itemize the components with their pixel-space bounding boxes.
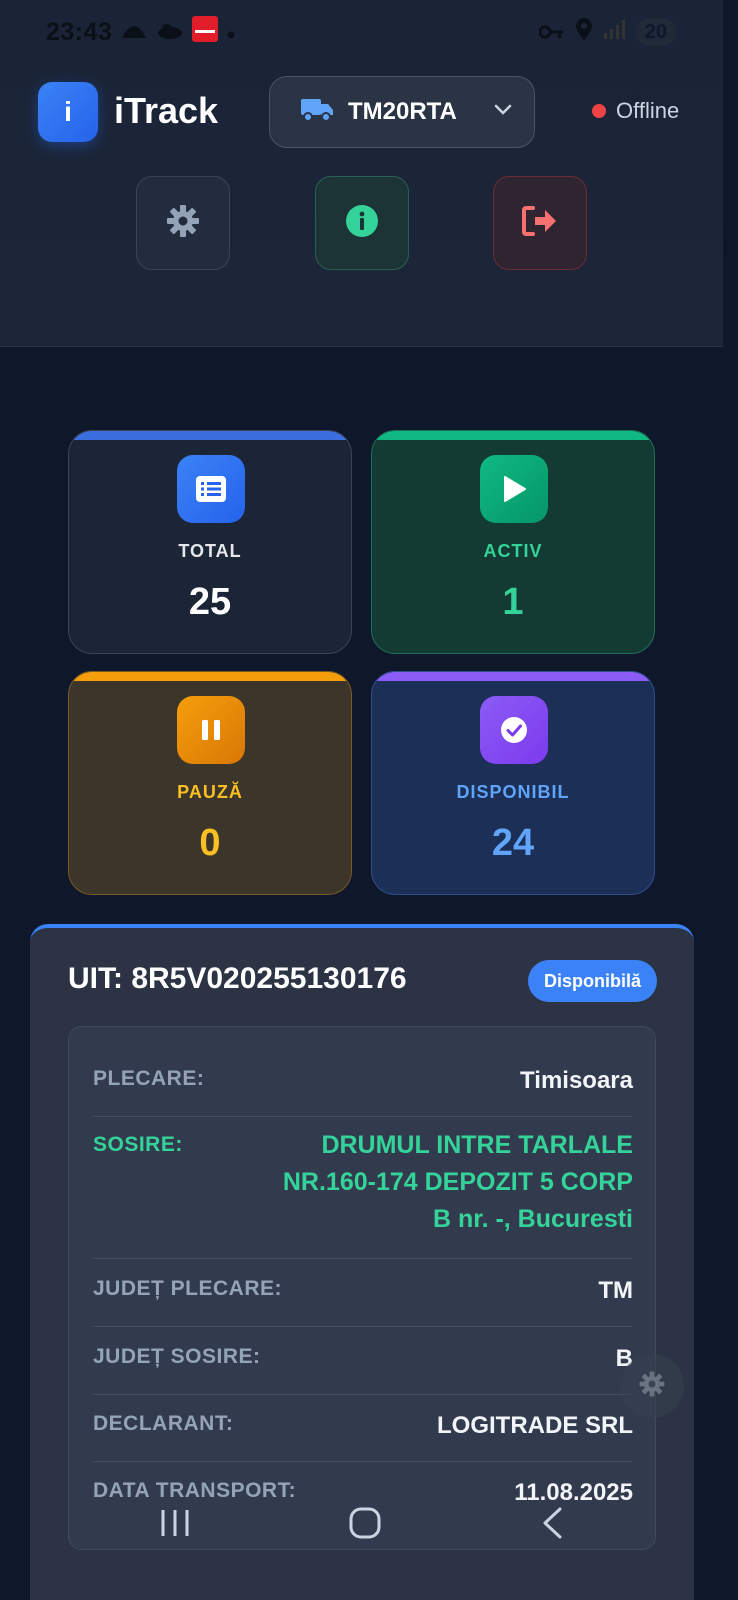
- logout-icon: [521, 204, 559, 243]
- detail-value: LOGITRADE SRL: [437, 1412, 633, 1439]
- detail-value: Timisoara: [520, 1067, 633, 1094]
- clock: 23:43: [46, 17, 113, 46]
- stat-value: 1: [502, 581, 524, 623]
- card-accent-bar: [372, 431, 654, 440]
- transport-uit: UIT: 8R5V020255130176: [68, 962, 407, 995]
- app-logo: i: [38, 82, 98, 142]
- transport-details: PLECARE: Timisoara SOSIRE: DRUMUL INTRE …: [68, 1026, 656, 1550]
- detail-label: JUDEȚ PLECARE:: [93, 1277, 283, 1300]
- detail-value: TM: [598, 1277, 633, 1304]
- bank-app-icon: [192, 15, 219, 49]
- cloud-icon: [156, 18, 184, 47]
- notification-icon: [120, 18, 148, 47]
- key-icon: [538, 18, 565, 47]
- connection-status: Offline: [592, 98, 679, 124]
- detail-label: JUDEȚ SOSIRE:: [93, 1345, 261, 1368]
- signal-icon: [603, 18, 625, 47]
- stat-label: TOTAL: [178, 541, 242, 561]
- pause-icon: [177, 696, 245, 764]
- stat-label: DISPONIBIL: [456, 782, 570, 802]
- check-circle-icon: [480, 696, 548, 764]
- detail-row-judet-sosire: JUDEȚ SOSIRE: B: [93, 1345, 633, 1395]
- card-accent-bar: [69, 672, 351, 681]
- info-icon: [344, 203, 380, 244]
- play-icon: [480, 455, 548, 523]
- detail-row-sosire: SOSIRE: DRUMUL INTRE TARLALE NR.160-174 …: [93, 1131, 633, 1259]
- card-accent-bar: [372, 672, 654, 681]
- truck-icon: [300, 97, 334, 128]
- home-button[interactable]: [348, 1506, 382, 1545]
- detail-label: SOSIRE:: [93, 1133, 183, 1156]
- logo-letter: i: [64, 96, 72, 127]
- stat-value: 25: [188, 581, 232, 623]
- list-icon: [177, 455, 245, 523]
- card-accent-bar: [69, 431, 351, 440]
- location-icon: [575, 17, 593, 48]
- recent-apps-button[interactable]: [159, 1508, 191, 1543]
- stat-value: 0: [199, 822, 221, 864]
- connection-status-label: Offline: [616, 98, 680, 123]
- chevron-down-icon: [494, 103, 512, 121]
- stat-card-total[interactable]: TOTAL 25: [68, 430, 352, 654]
- vehicle-selector[interactable]: TM20RTA: [269, 76, 535, 148]
- stat-label: PAUZĂ: [177, 782, 243, 802]
- gear-icon: [638, 1370, 666, 1403]
- status-dot-icon: [592, 104, 606, 118]
- floating-settings-button[interactable]: [620, 1354, 684, 1418]
- system-nav-bar: [0, 1490, 723, 1560]
- status-badge: Disponibilă: [528, 960, 658, 1002]
- stat-card-activ[interactable]: ACTIV 1: [371, 430, 655, 654]
- detail-row-declarant: DECLARANT: LOGITRADE SRL: [93, 1412, 633, 1462]
- logout-button[interactable]: [493, 176, 587, 270]
- info-button[interactable]: [315, 176, 409, 270]
- battery-indicator: 20: [634, 18, 677, 46]
- stat-card-pauza[interactable]: PAUZĂ 0: [68, 671, 352, 895]
- system-status-bar: 23:43 20: [0, 0, 723, 64]
- detail-value: DRUMUL INTRE TARLALE NR.160-174 DEPOZIT …: [282, 1131, 633, 1233]
- detail-row-plecare: PLECARE: Timisoara: [93, 1067, 633, 1117]
- back-button[interactable]: [540, 1506, 564, 1545]
- vehicle-plate: TM20RTA: [348, 98, 457, 125]
- detail-label: DECLARANT:: [93, 1412, 234, 1435]
- battery-level: 20: [644, 20, 667, 43]
- stat-card-disponibil[interactable]: DISPONIBIL 24: [371, 671, 655, 895]
- gear-icon: [165, 203, 201, 244]
- dot-icon: [226, 18, 236, 47]
- stat-label: ACTIV: [483, 541, 543, 561]
- detail-row-judet-plecare: JUDEȚ PLECARE: TM: [93, 1277, 633, 1327]
- app-title: iTrack: [114, 90, 219, 131]
- detail-label: PLECARE:: [93, 1067, 205, 1090]
- stat-value: 24: [491, 822, 535, 864]
- settings-button[interactable]: [136, 176, 230, 270]
